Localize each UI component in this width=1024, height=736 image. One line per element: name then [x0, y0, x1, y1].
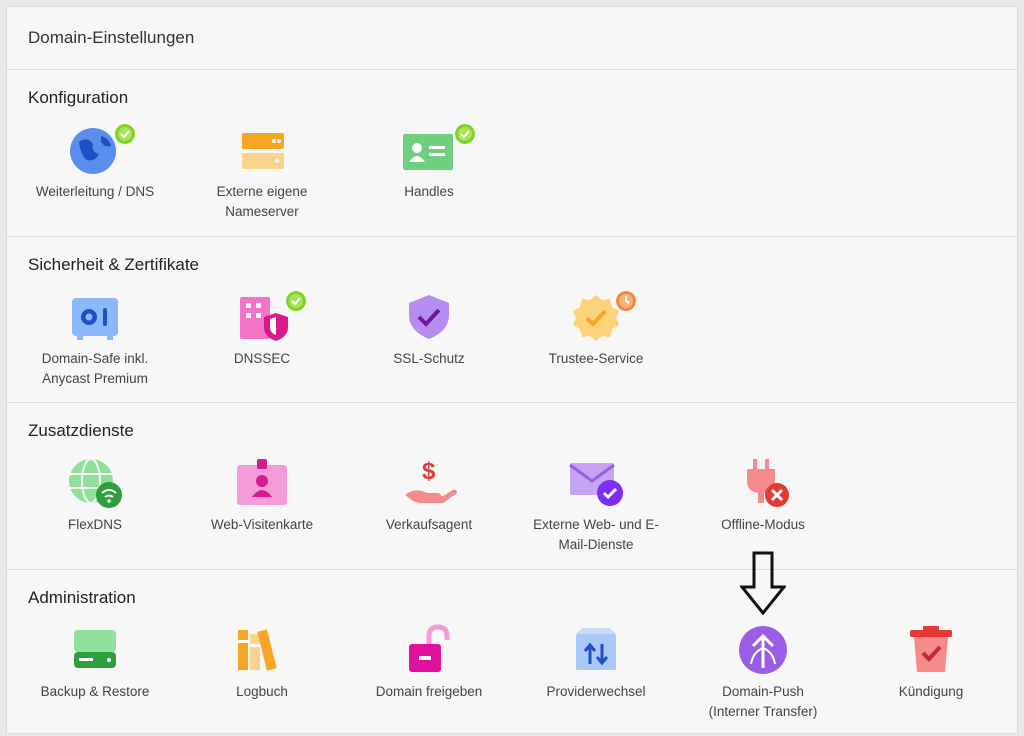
id-badge-icon — [237, 459, 287, 505]
tile-weiterleitung-dns[interactable]: Weiterleitung / DNS — [11, 124, 179, 202]
plug-off-icon — [747, 459, 789, 507]
tile-label: DNSSEC — [233, 351, 291, 366]
tile-label: Trustee-Service — [548, 351, 644, 366]
tile-web-visitenkarte[interactable]: Web-Visitenkarte — [178, 457, 346, 535]
panel-title: Domain-Einstellungen — [7, 7, 1017, 70]
section-title: Konfiguration — [28, 88, 129, 107]
tile-kuendigung[interactable]: Kündigung — [847, 624, 1015, 702]
backup-drive-icon — [74, 630, 116, 668]
tile-domain-safe[interactable]: Domain-Safe inkl. Anycast Premium — [11, 291, 179, 389]
section-konfiguration: Konfiguration Weiterleitung / DNS Extern… — [7, 70, 1017, 237]
section-administration: Administration Backup & Restore Logbuch … — [7, 570, 1017, 736]
tile-label: Domain-Safe inkl. Anycast Premium — [41, 351, 149, 386]
section-title: Sicherheit & Zertifikate — [28, 255, 200, 274]
tile-label: Backup & Restore — [40, 684, 150, 699]
transfer-box-icon — [576, 628, 616, 670]
tile-label: Externe eigene Nameserver — [216, 184, 308, 219]
push-arrow-icon — [739, 626, 787, 674]
safe-icon — [72, 298, 118, 340]
ssl-shield-icon — [409, 295, 449, 339]
tile-handles[interactable]: Handles — [345, 124, 513, 202]
trash-icon — [910, 626, 952, 672]
contact-card-icon — [403, 134, 453, 170]
tile-trustee-service[interactable]: Trustee-Service — [512, 291, 680, 369]
tile-backup-restore[interactable]: Backup & Restore — [11, 624, 179, 702]
section-title: Zusatzdienste — [28, 421, 134, 440]
tile-label: Logbuch — [236, 684, 288, 699]
check-badge-icon — [115, 124, 135, 144]
domain-settings-panel: Domain-Einstellungen Konfiguration Weite… — [6, 6, 1018, 734]
shield-building-icon — [240, 297, 288, 341]
tile-verkaufsagent[interactable]: $ Verkaufsagent — [345, 457, 513, 535]
tile-domain-freigeben[interactable]: Domain freigeben — [345, 624, 513, 702]
check-badge-icon — [455, 124, 475, 144]
unlock-icon — [409, 624, 450, 672]
clock-badge-icon — [616, 291, 636, 311]
tile-label: Weiterleitung / DNS — [35, 184, 155, 199]
tile-label: Offline-Modus — [721, 517, 805, 532]
tile-label: Kündigung — [898, 684, 964, 699]
tile-label: Externe Web- und E- Mail-Dienste — [533, 517, 659, 552]
tile-label: Handles — [404, 184, 454, 199]
server-icon — [242, 133, 284, 169]
section-sicherheit: Sicherheit & Zertifikate Domain-Safe ink… — [7, 237, 1017, 403]
tile-label: SSL-Schutz — [393, 351, 465, 366]
tile-label: Providerwechsel — [546, 684, 646, 699]
tile-providerwechsel[interactable]: Providerwechsel — [512, 624, 680, 702]
tile-ssl-schutz[interactable]: SSL-Schutz — [345, 291, 513, 369]
tile-label: Verkaufsagent — [385, 517, 473, 532]
section-zusatzdienste: Zusatzdienste FlexDNS Web-Visitenkarte $… — [7, 403, 1017, 570]
tile-externe-nameserver[interactable]: Externe eigene Nameserver — [178, 124, 346, 222]
tile-label: Domain freigeben — [375, 684, 483, 699]
tile-label: FlexDNS — [67, 517, 122, 532]
tile-domain-push[interactable]: Domain-Push (Interner Transfer) — [679, 624, 847, 722]
check-badge-icon — [286, 291, 306, 311]
tile-label: Domain-Push (Interner Transfer) — [708, 684, 818, 719]
tile-label: Web-Visitenkarte — [210, 517, 314, 532]
tile-logbuch[interactable]: Logbuch — [178, 624, 346, 702]
flexdns-globe-icon — [69, 458, 122, 508]
books-icon — [238, 629, 277, 671]
tile-offline-modus[interactable]: Offline-Modus — [679, 457, 847, 535]
down-arrow-annotation-icon — [740, 551, 786, 615]
svg-text:$: $ — [422, 458, 436, 485]
tile-dnssec[interactable]: DNSSEC — [178, 291, 346, 369]
mail-check-icon — [569, 463, 623, 506]
tile-externe-dienste[interactable]: Externe Web- und E- Mail-Dienste — [512, 457, 680, 555]
section-title: Administration — [28, 588, 136, 607]
tile-flexdns[interactable]: FlexDNS — [11, 457, 179, 535]
hand-dollar-icon: $ — [405, 458, 457, 503]
